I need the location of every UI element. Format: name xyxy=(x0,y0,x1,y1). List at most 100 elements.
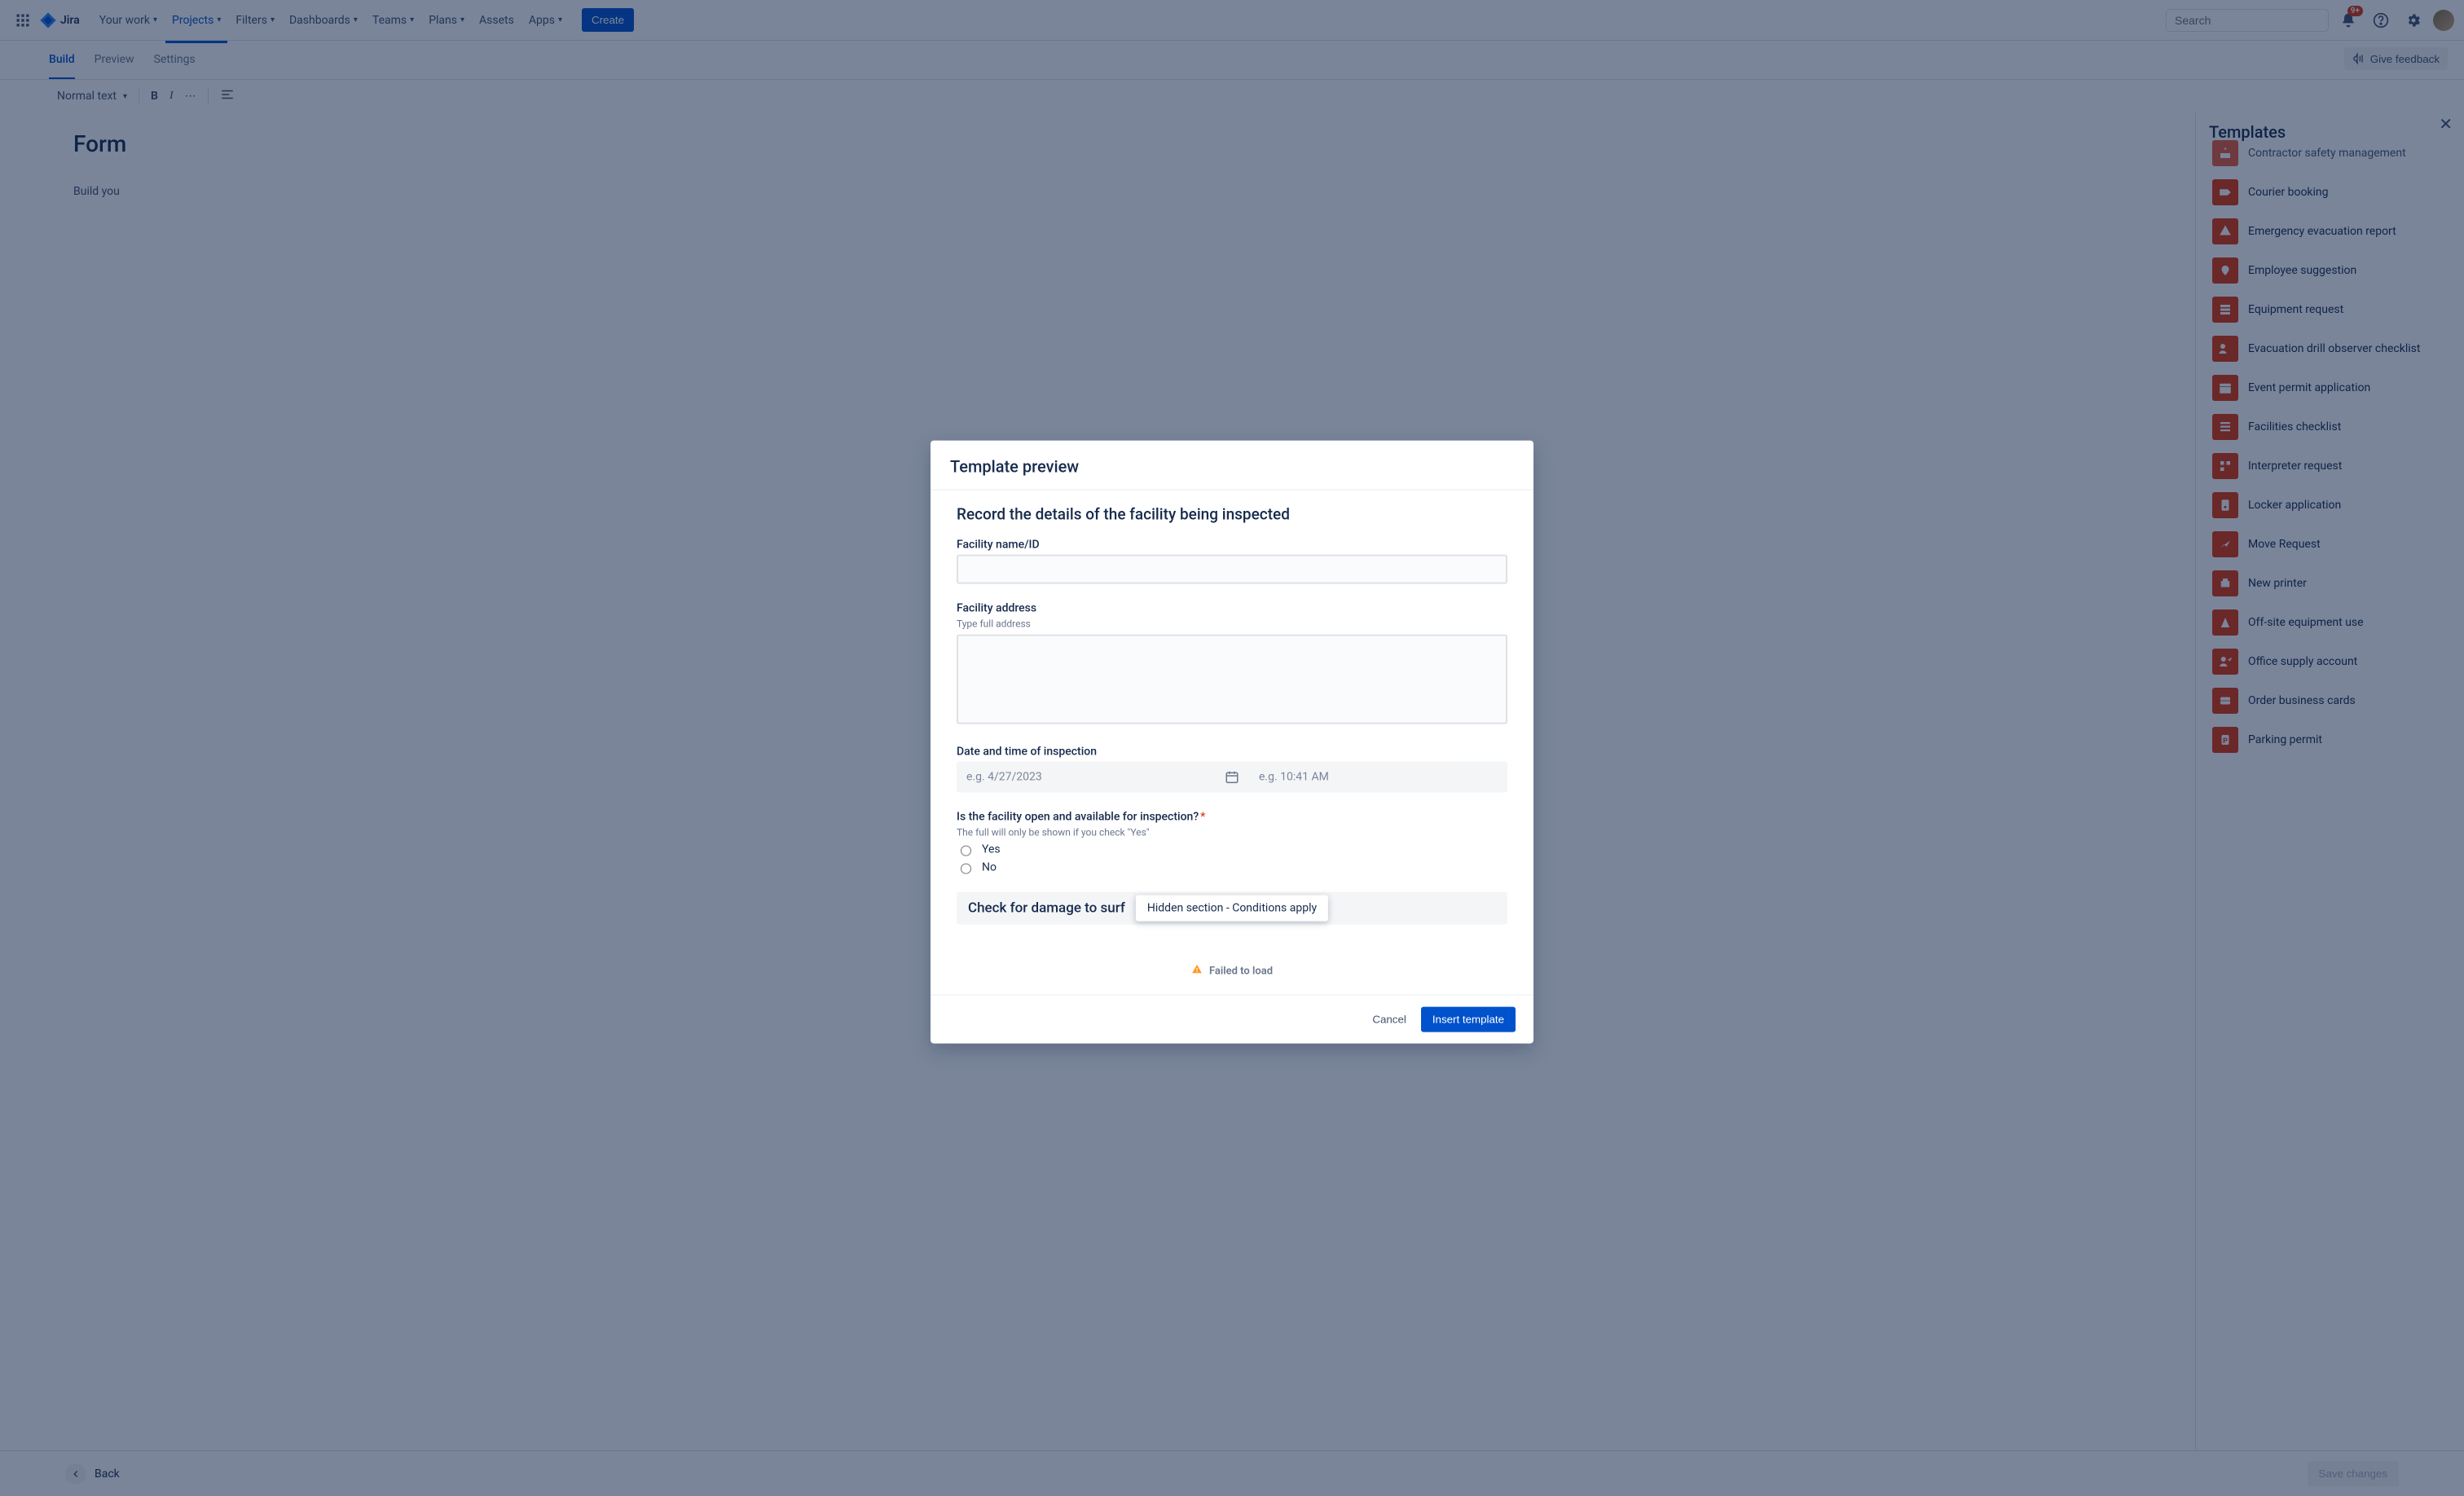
template-label: Move Request xyxy=(2248,538,2321,551)
help-icon[interactable] xyxy=(2368,7,2394,33)
time-input[interactable]: e.g. 10:41 AM xyxy=(1249,763,1507,792)
template-label: Event permit application xyxy=(2248,381,2370,394)
save-changes-button[interactable]: Save changes xyxy=(2308,1461,2399,1486)
doc-title[interactable]: Form xyxy=(73,130,2122,157)
bold-icon[interactable]: B xyxy=(151,90,158,103)
template-item[interactable]: Equipment request xyxy=(2209,290,2464,329)
open-question-desc: The full will only be shown if you check… xyxy=(957,827,1507,838)
template-icon xyxy=(2212,453,2238,479)
align-icon[interactable] xyxy=(220,87,235,105)
give-feedback-button[interactable]: Give feedback xyxy=(2344,47,2448,70)
nav-item-teams[interactable]: Teams▾ xyxy=(366,9,420,32)
facility-address-input[interactable] xyxy=(957,635,1507,724)
calendar-icon[interactable] xyxy=(1215,762,1249,793)
template-item[interactable]: Employee suggestion xyxy=(2209,251,2464,290)
global-search[interactable] xyxy=(2166,9,2329,32)
hidden-section-banner: Check for damage to surf Hidden section … xyxy=(957,892,1507,925)
subtab-preview[interactable]: Preview xyxy=(95,43,134,79)
template-item[interactable]: Off-site equipment use xyxy=(2209,603,2464,642)
template-label: Facilities checklist xyxy=(2248,420,2341,433)
facility-name-input[interactable] xyxy=(957,555,1507,584)
template-item[interactable]: PParking permit xyxy=(2209,720,2464,759)
template-icon xyxy=(2212,257,2238,284)
nav-item-filters[interactable]: Filters▾ xyxy=(229,9,281,32)
template-label: Office supply account xyxy=(2248,655,2357,668)
template-item[interactable]: Event permit application xyxy=(2209,368,2464,407)
app-switcher-icon[interactable] xyxy=(10,7,36,33)
template-item[interactable]: Emergency evacuation report xyxy=(2209,212,2464,251)
modal-title: Template preview xyxy=(931,441,1533,491)
editor-toolbar: Normal text ▾ B I ⋯ xyxy=(0,80,2464,112)
top-navigation: Jira Your work▾Projects▾Filters▾Dashboar… xyxy=(0,0,2464,41)
template-icon xyxy=(2212,336,2238,362)
user-avatar[interactable] xyxy=(2433,10,2454,31)
template-item[interactable]: New printer xyxy=(2209,564,2464,603)
back-button-icon[interactable] xyxy=(65,1463,86,1485)
subtab-build[interactable]: Build xyxy=(49,43,75,79)
nav-item-projects[interactable]: Projects▾ xyxy=(165,9,227,32)
create-button[interactable]: Create xyxy=(582,8,634,32)
close-icon[interactable]: ✕ xyxy=(2439,114,2453,134)
template-item[interactable]: Evacuation drill observer checklist xyxy=(2209,329,2464,368)
nav-item-apps[interactable]: Apps▾ xyxy=(522,9,569,32)
nav-item-your-work[interactable]: Your work▾ xyxy=(93,9,164,32)
date-input[interactable]: e.g. 4/27/2023 xyxy=(957,763,1215,792)
text-style-select[interactable]: Normal text ▾ xyxy=(57,90,127,103)
template-label: Emergency evacuation report xyxy=(2248,225,2396,238)
facility-address-label: Facility address xyxy=(957,602,1507,615)
back-label[interactable]: Back xyxy=(95,1467,120,1481)
template-item[interactable]: Move Request xyxy=(2209,525,2464,564)
template-preview-modal: Template preview Record the details of t… xyxy=(931,441,1533,1044)
template-icon xyxy=(2212,179,2238,205)
form-section-heading: Record the details of the facility being… xyxy=(957,505,1507,524)
insert-template-button[interactable]: Insert template xyxy=(1421,1007,1516,1032)
chevron-down-icon: ▾ xyxy=(123,92,127,101)
open-question-label: Is the facility open and available for i… xyxy=(957,811,1507,824)
cancel-button[interactable]: Cancel xyxy=(1362,1007,1416,1032)
template-label: Order business cards xyxy=(2248,694,2356,707)
chevron-down-icon: ▾ xyxy=(271,15,275,24)
more-formatting-icon[interactable]: ⋯ xyxy=(185,90,196,103)
chevron-down-icon: ▾ xyxy=(460,15,464,24)
italic-icon[interactable]: I xyxy=(169,90,174,103)
megaphone-icon xyxy=(2352,52,2365,65)
logo-text: Jira xyxy=(60,14,80,27)
template-label: Parking permit xyxy=(2248,733,2322,746)
nav-item-assets[interactable]: Assets xyxy=(473,9,521,32)
notifications-icon[interactable]: 9+ xyxy=(2335,7,2361,33)
facility-name-label: Facility name/ID xyxy=(957,539,1507,552)
chevron-down-icon: ▾ xyxy=(217,15,221,24)
jira-logo[interactable]: Jira xyxy=(39,11,80,29)
radio-no[interactable] xyxy=(961,864,971,874)
template-label: Employee suggestion xyxy=(2248,264,2356,277)
chevron-down-icon: ▾ xyxy=(558,15,562,24)
doc-hint: Build you xyxy=(73,185,2122,198)
subtab-settings[interactable]: Settings xyxy=(154,43,196,79)
template-item[interactable]: Courier booking xyxy=(2209,173,2464,212)
template-label: Courier booking xyxy=(2248,186,2329,199)
nav-item-plans[interactable]: Plans▾ xyxy=(422,9,471,32)
chevron-down-icon: ▾ xyxy=(354,15,358,24)
radio-yes[interactable] xyxy=(961,846,971,856)
template-icon xyxy=(2212,492,2238,518)
search-input[interactable] xyxy=(2173,13,2324,28)
template-item[interactable]: Facilities checklist xyxy=(2209,407,2464,447)
template-item[interactable]: Order business cards xyxy=(2209,681,2464,720)
template-label: Off-site equipment use xyxy=(2248,616,2364,629)
template-label: Evacuation drill observer checklist xyxy=(2248,342,2420,355)
template-label: Locker application xyxy=(2248,499,2341,512)
template-icon xyxy=(2212,414,2238,440)
chevron-down-icon: ▾ xyxy=(153,15,157,24)
chevron-down-icon: ▾ xyxy=(410,15,414,24)
nav-item-dashboards[interactable]: Dashboards▾ xyxy=(283,9,364,32)
template-icon xyxy=(2212,570,2238,596)
template-item[interactable]: Locker application xyxy=(2209,486,2464,525)
template-item[interactable]: Interpreter request xyxy=(2209,447,2464,486)
template-label: Contractor safety management xyxy=(2248,147,2406,160)
warning-icon xyxy=(1191,964,1203,979)
template-item[interactable]: Office supply account xyxy=(2209,642,2464,681)
template-item[interactable]: Contractor safety management xyxy=(2209,134,2464,173)
settings-gear-icon[interactable] xyxy=(2400,7,2427,33)
template-icon xyxy=(2212,609,2238,636)
template-icon xyxy=(2212,140,2238,166)
